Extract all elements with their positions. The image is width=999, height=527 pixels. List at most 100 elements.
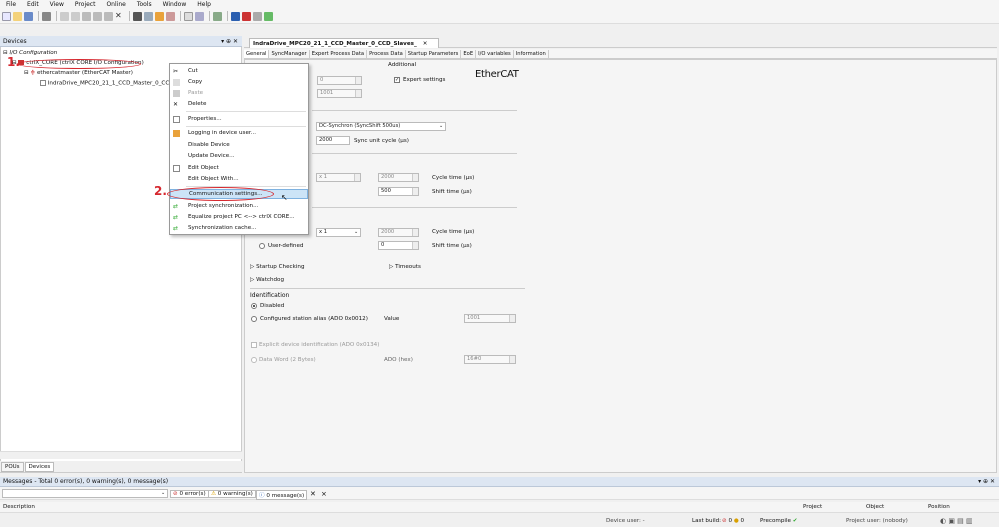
menu-item-edit-object-with[interactable]: Edit Object With... — [170, 174, 308, 184]
build-icon[interactable] — [213, 11, 222, 21]
data-word-radio[interactable] — [251, 357, 257, 363]
print-icon[interactable] — [42, 11, 51, 21]
watchdog-expander[interactable]: ▷ Watchdog — [250, 277, 284, 283]
menu-item-equalize-label: Equalize project PC <--> ctrlX CORE... — [188, 214, 295, 220]
menu-item-login-user[interactable]: Logging in device user... — [170, 128, 308, 138]
menu-item-equalize[interactable]: ⇄ Equalize project PC <--> ctrlX CORE... — [170, 212, 308, 222]
menu-item-properties[interactable]: Properties... — [170, 114, 308, 124]
pin-close-icon[interactable]: ▾ ⊕ ✕ — [978, 478, 995, 485]
menu-item-cut[interactable]: ✂ Cut — [170, 66, 308, 76]
spin-icon — [412, 174, 418, 181]
delete-icon[interactable]: ✕ — [115, 11, 124, 21]
sync1-shift-field[interactable]: 0 — [378, 241, 419, 250]
timeouts-label: Timeouts — [395, 264, 421, 270]
clear-all-icon[interactable]: ⨯ — [321, 490, 327, 498]
column-object[interactable]: Object — [866, 504, 884, 510]
menu-item-delete[interactable]: ✕ Delete — [170, 99, 308, 109]
column-project[interactable]: Project — [803, 504, 822, 510]
sync-icon: ⇄ — [173, 203, 179, 210]
copy-icon[interactable] — [93, 11, 102, 21]
new-icon[interactable] — [2, 11, 11, 21]
startup-checking-expander[interactable]: ▷ Startup Checking — [250, 264, 305, 270]
bookmark-icon[interactable] — [155, 11, 164, 21]
spin-icon[interactable] — [412, 188, 418, 195]
tab-devices[interactable]: Devices — [24, 461, 55, 472]
tab-pous[interactable]: POUs — [1, 461, 24, 472]
messages-filter[interactable]: ⓘ 0 message(s) — [256, 490, 308, 500]
window-icon[interactable] — [195, 11, 204, 21]
menu-view[interactable]: View — [50, 1, 64, 8]
expert-settings-label: Expert settings — [403, 77, 446, 83]
tab-io-variables[interactable]: I/O variables — [476, 50, 514, 58]
menu-item-update-device[interactable]: Update Device... — [170, 151, 308, 161]
replace-icon[interactable] — [144, 11, 153, 21]
clear-icon[interactable]: ✕ — [310, 490, 316, 498]
spin-icon[interactable] — [412, 242, 418, 249]
menu-item-edit-object[interactable]: Edit Object — [170, 163, 308, 173]
devices-hscrollbar[interactable] — [0, 451, 242, 459]
menu-item-disable-device[interactable]: Disable Device — [170, 140, 308, 150]
open-icon[interactable] — [13, 11, 22, 21]
redo-icon[interactable] — [71, 11, 80, 21]
menu-item-disable-device-label: Disable Device — [188, 142, 230, 148]
page-icon[interactable] — [184, 11, 193, 21]
sync0-shift-field[interactable]: 500 — [378, 187, 419, 196]
tab-startup-parameters[interactable]: Startup Parameters — [406, 50, 462, 58]
tab-expert-process-data[interactable]: Expert Process Data — [310, 50, 368, 58]
sync1-multiplier[interactable]: x 1 ⌄ — [316, 228, 361, 237]
tab-eoe[interactable]: EoE — [461, 50, 477, 58]
dc-mode-select[interactable]: DC-Synchron (SyncShift 500us) ⌄ — [316, 122, 446, 131]
menu-help[interactable]: Help — [197, 1, 211, 8]
cut-icon[interactable] — [82, 11, 91, 21]
sync-icon[interactable] — [264, 11, 273, 21]
disabled-radio[interactable] — [251, 303, 257, 309]
messages-label: 0 message(s) — [266, 493, 305, 499]
logout-icon[interactable] — [242, 11, 251, 21]
menu-file[interactable]: File — [6, 1, 16, 8]
menu-item-paste[interactable]: Paste — [170, 88, 308, 98]
column-description[interactable]: Description — [3, 504, 35, 510]
run-icon[interactable] — [253, 11, 262, 21]
menu-online[interactable]: Online — [106, 1, 125, 8]
status-bar: Device user: - Last build: ⊘ 0 ● 0 Preco… — [0, 514, 999, 527]
column-position[interactable]: Position — [928, 504, 950, 510]
status-icons[interactable]: ◐ ▣ ▤ ▥ — [940, 517, 973, 525]
menu-edit[interactable]: Edit — [27, 1, 39, 8]
timeouts-expander[interactable]: ▷ Timeouts — [389, 264, 421, 270]
save-icon[interactable] — [24, 11, 33, 21]
tab-process-data[interactable]: Process Data — [367, 50, 406, 58]
menu-item-copy[interactable]: Copy — [170, 77, 308, 87]
menu-item-sync-cache[interactable]: ⇄ Synchronization cache... — [170, 223, 308, 233]
login-icon[interactable] — [231, 11, 240, 21]
field-id-value: 1001 — [320, 90, 334, 96]
menu-item-project-sync[interactable]: ⇄ Project synchronization... — [170, 201, 308, 211]
paste-icon[interactable] — [104, 11, 113, 21]
tab-information[interactable]: Information — [514, 50, 549, 58]
toolbar-separator — [56, 11, 57, 21]
menu-tools[interactable]: Tools — [137, 1, 152, 8]
tree-item-slave[interactable]: IndraDrive_MPC20_21_1_CCD_Master_0_CCD..… — [40, 80, 179, 87]
tree-item-master[interactable]: ⊟ ≑ ethercatmaster (EtherCAT Master) — [24, 70, 133, 76]
annotation-step-2: 2. — [154, 184, 167, 198]
warnings-filter[interactable]: ⚠ 0 warning(s) — [208, 490, 256, 498]
message-filter-select[interactable]: ⌄ — [2, 489, 168, 498]
sync0-shift-value: 500 — [381, 188, 391, 194]
editor-document-tab[interactable]: IndraDrive_MPC20_21_1_CCD_Master_0_CCD_S… — [249, 38, 439, 48]
station-alias-radio[interactable] — [251, 316, 257, 322]
errors-filter[interactable]: ⊘ 0 error(s) — [170, 490, 209, 498]
undo-icon[interactable] — [60, 11, 69, 21]
info-icon: ⓘ — [259, 493, 265, 499]
sync-unit-field[interactable]: 2000 — [316, 136, 350, 145]
explicit-id-checkbox[interactable] — [251, 342, 257, 348]
menu-project[interactable]: Project — [75, 1, 96, 8]
find-icon[interactable] — [133, 11, 142, 21]
tool-icon[interactable] — [166, 11, 175, 21]
close-icon[interactable]: ✕ — [423, 41, 428, 47]
pin-close-icon[interactable]: ▾ ⊕ ✕ — [221, 38, 238, 45]
tab-general[interactable]: General — [244, 50, 270, 58]
sync0-cycle-value: 2000 — [381, 174, 395, 180]
tab-syncmanager[interactable]: SyncManager — [269, 50, 310, 58]
user-defined-radio[interactable] — [259, 243, 265, 249]
expert-settings-checkbox[interactable]: ✓ — [394, 77, 400, 83]
menu-window[interactable]: Window — [163, 1, 187, 8]
